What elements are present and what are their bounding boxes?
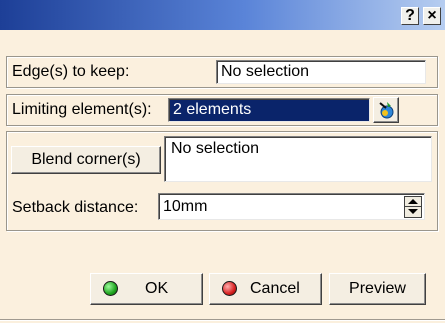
- ok-button[interactable]: OK: [90, 273, 203, 305]
- blend-corners-list[interactable]: No selection: [164, 136, 432, 182]
- ok-label: OK: [145, 280, 169, 297]
- limiting-elements-field[interactable]: 2 elements: [168, 98, 370, 122]
- spin-up-icon[interactable]: [405, 197, 421, 207]
- spin-down-icon[interactable]: [405, 207, 421, 217]
- blend-corners-button[interactable]: Blend corner(s): [11, 146, 161, 174]
- edges-label: Edge(s) to keep:: [12, 63, 130, 80]
- bottom-divider: [0, 319, 445, 321]
- close-button[interactable]: ×: [423, 7, 441, 25]
- multi-selection-button[interactable]: [373, 97, 399, 123]
- cancel-button[interactable]: Cancel: [209, 273, 322, 305]
- edges-to-keep-field[interactable]: No selection: [216, 60, 426, 84]
- setback-distance-input[interactable]: 10mm: [158, 193, 425, 220]
- preview-button[interactable]: Preview: [329, 273, 426, 305]
- dialog-body: Edge(s) to keep: No selection Limiting e…: [0, 30, 445, 323]
- limiting-group: Limiting element(s): 2 elements: [6, 94, 438, 126]
- ok-icon: [103, 281, 118, 296]
- help-button[interactable]: ?: [401, 7, 419, 25]
- cancel-icon: [222, 281, 237, 296]
- setback-spinner[interactable]: [404, 196, 422, 218]
- edges-group: Edge(s) to keep: No selection: [6, 56, 438, 88]
- blend-group: Blend corner(s) No selection Setback dis…: [6, 131, 438, 231]
- multi-select-icon: [379, 102, 394, 119]
- cancel-label: Cancel: [250, 280, 300, 297]
- title-bar: ? ×: [0, 0, 445, 30]
- limiting-label: Limiting element(s):: [12, 101, 152, 118]
- setback-label: Setback distance:: [12, 199, 139, 216]
